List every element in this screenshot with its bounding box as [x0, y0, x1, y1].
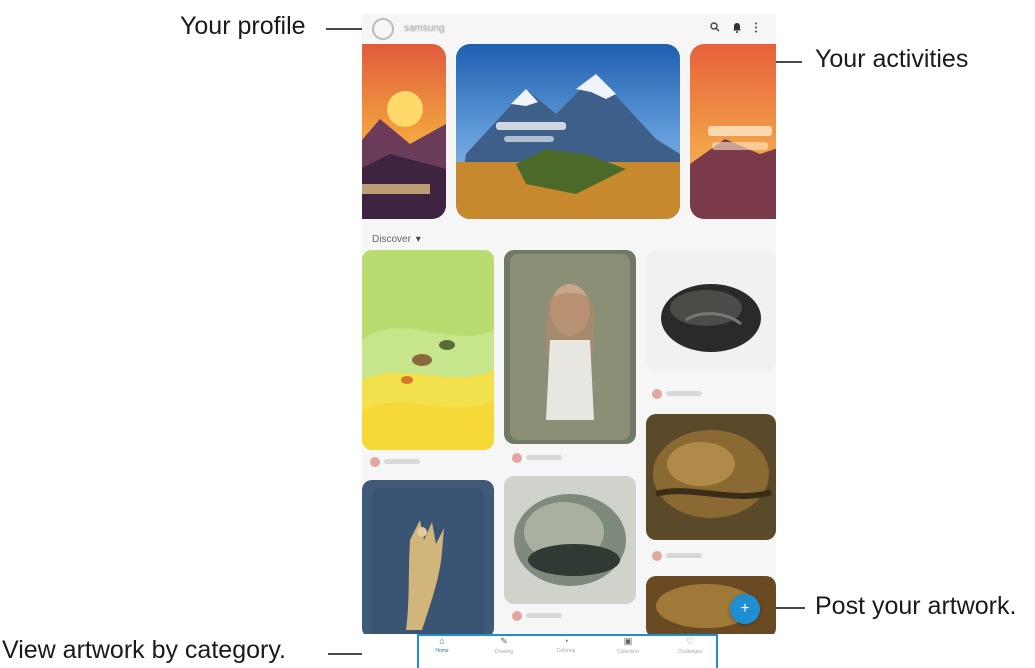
chevron-down-icon: ▾ [415, 234, 421, 245]
profile-avatar[interactable] [372, 18, 394, 40]
section-discover[interactable]: Discover ▾ [372, 234, 421, 245]
author-name-placeholder [526, 455, 562, 460]
app-screen: samsung Discover ▾ + ⌂ Home ✎ Drawing ◔ … [362, 14, 776, 668]
artwork-author[interactable] [652, 550, 762, 564]
author-avatar [512, 453, 522, 463]
callout-view-by-category: View artwork by category. [2, 636, 286, 664]
post-artwork-button[interactable]: + [730, 594, 760, 624]
author-avatar [652, 551, 662, 561]
banner-featured[interactable] [456, 44, 680, 219]
author-avatar [370, 457, 380, 467]
artwork-card[interactable] [362, 250, 494, 450]
artwork-card[interactable] [504, 250, 636, 444]
callout-your-profile: Your profile [180, 12, 306, 40]
artwork-author[interactable] [512, 452, 622, 466]
username[interactable]: samsung [404, 23, 445, 34]
bell-icon[interactable] [732, 22, 742, 36]
author-name-placeholder [526, 613, 562, 618]
artwork-card[interactable] [646, 250, 776, 372]
author-name-placeholder [384, 459, 420, 464]
more-icon[interactable] [754, 22, 758, 36]
callout-your-activities: Your activities [815, 45, 969, 73]
banner-right[interactable] [690, 44, 776, 219]
author-name-placeholder [666, 553, 702, 558]
author-avatar [512, 611, 522, 621]
banner-left[interactable] [362, 44, 446, 219]
artwork-card[interactable] [504, 476, 636, 604]
artwork-card[interactable] [646, 414, 776, 540]
top-bar: samsung [362, 14, 776, 44]
section-label: Discover [372, 234, 411, 245]
artwork-card[interactable] [362, 480, 494, 638]
artwork-author[interactable] [512, 610, 622, 624]
callout-post-artwork: Post your artwork. [815, 592, 1017, 620]
category-highlight-box [417, 634, 718, 668]
search-icon[interactable] [710, 22, 720, 35]
author-name-placeholder [666, 391, 702, 396]
author-avatar [652, 389, 662, 399]
artwork-author[interactable] [370, 456, 480, 470]
artwork-author[interactable] [652, 388, 762, 402]
